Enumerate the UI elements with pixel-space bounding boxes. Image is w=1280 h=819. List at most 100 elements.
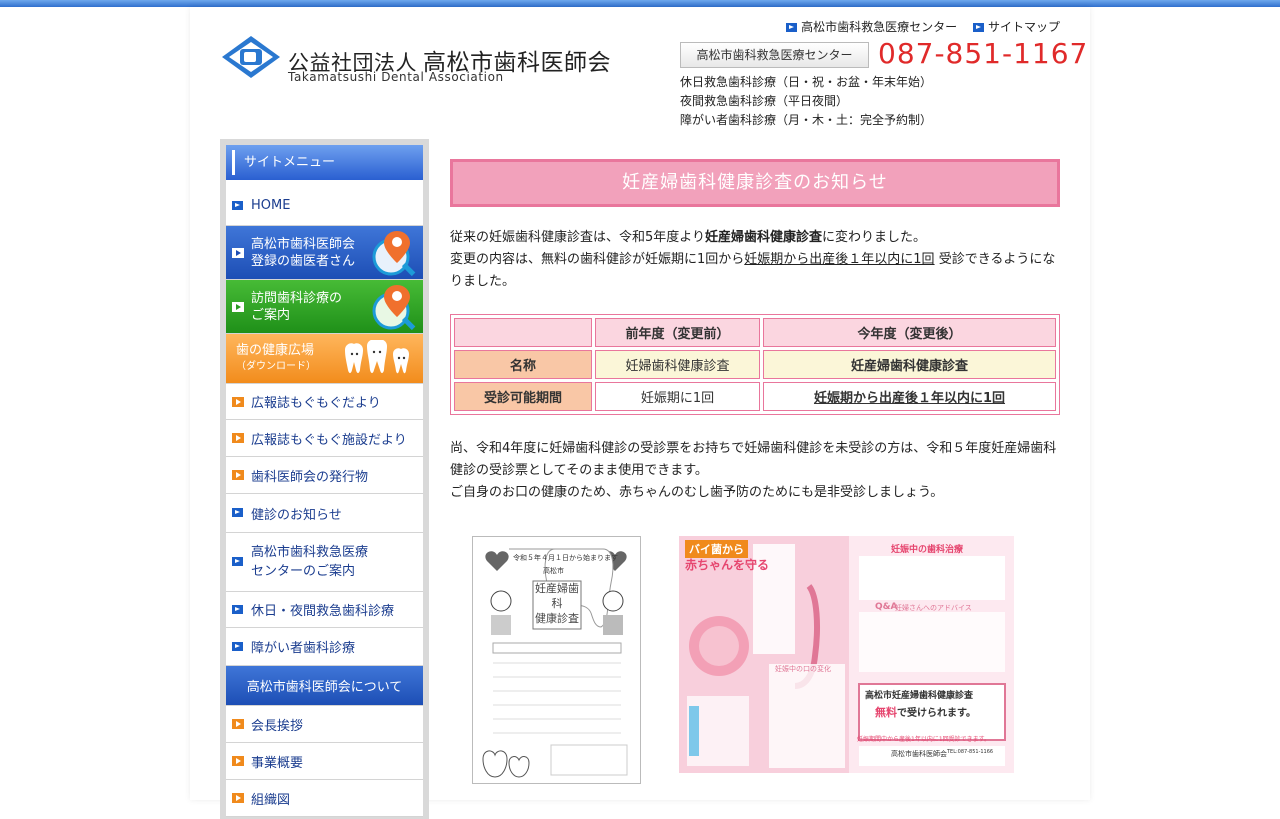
leaflet-inside-image[interactable]: バイ菌から 赤ちゃんを守る 妊娠中の歯科治療 Q&A 妊婦さんへのアドバイス 妊… xyxy=(679,536,1014,773)
sidebar-section-about: 高松市歯科医師会について xyxy=(226,666,423,706)
sidebar-item-checkup[interactable]: 健診のお知らせ xyxy=(226,494,423,533)
arrow-icon xyxy=(232,247,244,258)
arrow-icon xyxy=(232,301,244,312)
sidebar-item-label: 登録の歯医者さん xyxy=(251,253,356,269)
sidebar-item-label: 高松市歯科医師会 xyxy=(251,236,356,252)
intro-underline: 妊娠期から出産後１年以内に1回 xyxy=(744,252,935,267)
leaflet2-free-label: 無料 xyxy=(875,706,897,719)
table-row: 名称 妊婦歯科健康診査 妊産婦歯科健康診査 xyxy=(454,350,1056,379)
arrow-icon xyxy=(232,433,244,443)
sidebar-item-label: HOME xyxy=(251,198,291,213)
leaflet1-title-line: 健康診査 xyxy=(535,612,579,625)
arrow-icon xyxy=(232,508,243,517)
table-header-cell xyxy=(454,318,592,347)
table-row: 前年度（変更前） 今年度（変更後） xyxy=(454,318,1056,347)
arrow-icon xyxy=(232,604,243,614)
sidebar-item-visit[interactable]: 訪問歯科診療の ご案内 xyxy=(226,280,423,334)
intro-text: に変わりました。 xyxy=(822,230,927,245)
sidebar-item-organization[interactable]: 組織図 xyxy=(226,780,423,817)
sitemap-link[interactable]: サイトマップ xyxy=(972,20,1060,34)
sidebar-item-label: 訪問歯科診療の xyxy=(251,290,343,306)
leaflet-cover-image[interactable]: 令和５年４月１日から始まります 高松市 妊産婦歯科健康診査 xyxy=(472,536,641,784)
arrow-icon xyxy=(232,719,244,729)
teeth-characters-icon xyxy=(345,340,409,374)
sidebar-item-label: 休日・夜間救急歯科診療 xyxy=(251,604,395,619)
leaflet1-title: 妊産婦歯科 健康診査 xyxy=(533,581,581,626)
leaflet1-city: 高松市 xyxy=(543,567,564,575)
intro-text: 変更の内容は、無料の歯科健診が妊娠期に1回から xyxy=(450,252,745,267)
page-title: 妊産婦歯科健康診査のお知らせ xyxy=(450,159,1060,207)
table-cell: 妊婦歯科健康診査 xyxy=(595,350,760,379)
arrow-icon xyxy=(232,557,243,566)
sidebar-item-label: 歯科医師会の発行物 xyxy=(251,469,369,485)
arrow-icon xyxy=(232,396,244,407)
notice-text: ご自身のお口の健康のため、赤ちゃんのむし歯予防のためにも是非受診しましょう。 xyxy=(450,485,944,500)
leaflet2-association: 高松市歯科医師会 xyxy=(891,750,947,758)
arrow-icon xyxy=(232,793,244,803)
sidebar-item-publications[interactable]: 歯科医師会の発行物 xyxy=(226,457,423,494)
sidebar-item-label: 歯の健康広場 xyxy=(236,342,315,358)
sidebar-item-home[interactable]: HOME xyxy=(226,186,423,226)
sidebar-item-mogumogu-facility[interactable]: 広報誌もぐもぐ施設だより xyxy=(226,420,423,457)
arrow-icon xyxy=(786,23,798,32)
leaflet2-free: 無料で受けられます。 xyxy=(875,704,976,720)
emergency-center-link[interactable]: 高松市歯科救急医療センター xyxy=(786,20,957,34)
leaflet2-free-text: で受けられます。 xyxy=(897,708,976,719)
sidebar-item-emergency-center[interactable]: 高松市歯科救急医療 センターのご案内 xyxy=(226,533,423,592)
sidebar-item-label: 障がい者歯科診療 xyxy=(251,641,356,656)
sidebar-item-label: センターのご案内 xyxy=(251,564,356,579)
phone-number[interactable]: 087-851-1167 xyxy=(878,37,1088,70)
link-label: サイトマップ xyxy=(987,20,1060,34)
map-pin-icon xyxy=(372,285,416,331)
table-row-label: 受診可能期間 xyxy=(454,382,592,411)
notice-paragraph: 尚、令和4年度に妊婦歯科健診の受診票をお持ちで妊婦歯科健診を未受診の方は、令和５… xyxy=(450,438,1060,504)
top-accent-bar xyxy=(0,0,1280,7)
leaflet2-change: 妊娠中の口の変化 xyxy=(775,665,831,673)
sidebar-item-greeting[interactable]: 会長挨拶 xyxy=(226,706,423,743)
top-links: 高松市歯科救急医療センター サイトマップ xyxy=(774,18,1060,35)
link-label: 高松市歯科救急医療センター xyxy=(801,20,958,34)
intro-emphasis: 妊産婦歯科健康診査 xyxy=(705,230,823,245)
emergency-center-button[interactable]: 高松市歯科救急医療センター xyxy=(680,42,869,68)
sidebar-item-holiday-night[interactable]: 休日・夜間救急歯科診療 xyxy=(226,592,423,628)
leaflet2-phone: TEL:087-851-1166 xyxy=(947,749,994,755)
sidebar-item-label: 広報誌もぐもぐ施設だより xyxy=(251,432,407,448)
arrow-icon xyxy=(232,641,243,651)
leaflet1-title-line: 妊産婦歯科 xyxy=(535,582,579,610)
sidebar-item-health-plaza[interactable]: 歯の健康広場 （ダウンロード） xyxy=(226,334,423,384)
arrow-icon xyxy=(232,470,244,480)
association-logo-icon[interactable] xyxy=(220,34,282,80)
leaflet2-heading-b: 赤ちゃんを守る xyxy=(685,558,770,572)
intro-paragraph: 従来の妊娠歯科健康診査は、令和5年度より妊産婦歯科健康診査に変わりました。 変更… xyxy=(450,227,1060,293)
sidebar-item-dentists[interactable]: 高松市歯科医師会 登録の歯医者さん xyxy=(226,226,423,280)
arrow-icon xyxy=(232,756,244,766)
leaflet1-top: 令和５年４月１日から始まります xyxy=(513,554,618,562)
main-content: 妊産婦歯科健康診査のお知らせ 従来の妊娠歯科健康診査は、令和5年度より妊産婦歯科… xyxy=(450,159,1060,784)
leaflet2-period: 妊娠期間中から産後1年以内に1回受診できます。 xyxy=(857,736,991,743)
sidebar: サイトメニュー HOME 高松市歯科医師会 登録の歯医者さん 訪問歯科診療の ご案内… xyxy=(220,139,429,819)
map-pin-icon xyxy=(372,231,416,277)
intro-text: 従来の妊娠歯科健康診査は、令和5年度より xyxy=(450,230,706,245)
sidebar-item-label: 広報誌もぐもぐだより xyxy=(251,396,381,411)
sidebar-item-label: 健診のお知らせ xyxy=(251,507,342,523)
table-cell: 妊娠期に1回 xyxy=(595,382,760,411)
sidebar-item-label: 高松市歯科救急医療 xyxy=(251,545,369,560)
sidebar-item-sublabel: （ダウンロード） xyxy=(236,360,316,372)
leaflet2-advice: 妊婦さんへのアドバイス xyxy=(895,604,972,612)
table-row: 受診可能期間 妊娠期に1回 妊娠期から出産後１年以内に1回 xyxy=(454,382,1056,411)
comparison-table: 前年度（変更前） 今年度（変更後） 名称 妊婦歯科健康診査 妊産婦歯科健康診査 … xyxy=(450,314,1060,415)
table-cell: 妊娠期から出産後１年以内に1回 xyxy=(763,382,1056,411)
sidebar-item-mogumogu[interactable]: 広報誌もぐもぐだより xyxy=(226,384,423,420)
arrow-icon xyxy=(232,200,243,210)
table-header-cell: 今年度（変更後） xyxy=(763,318,1056,347)
org-name-en: Takamatsushi Dental Association xyxy=(288,70,504,84)
leaflet2-checkup-title: 高松市妊産婦歯科健康診査 xyxy=(865,691,974,701)
hours-disabled: 障がい者歯科診療（月・木・土：完全予約制） xyxy=(680,113,933,127)
sidebar-item-business[interactable]: 事業概要 xyxy=(226,743,423,780)
service-hours: 休日救急歯科診療（日・祝・お盆・年末年始） 夜間救急歯科診療（平日夜間） 障がい… xyxy=(680,73,932,130)
sidebar-item-disabled-dental[interactable]: 障がい者歯科診療 xyxy=(226,628,423,666)
sidebar-item-label: 会長挨拶 xyxy=(251,718,304,734)
sidebar-item-label: ご案内 xyxy=(251,307,291,323)
sidebar-item-label: 事業概要 xyxy=(251,755,304,771)
table-row-label: 名称 xyxy=(454,350,592,379)
